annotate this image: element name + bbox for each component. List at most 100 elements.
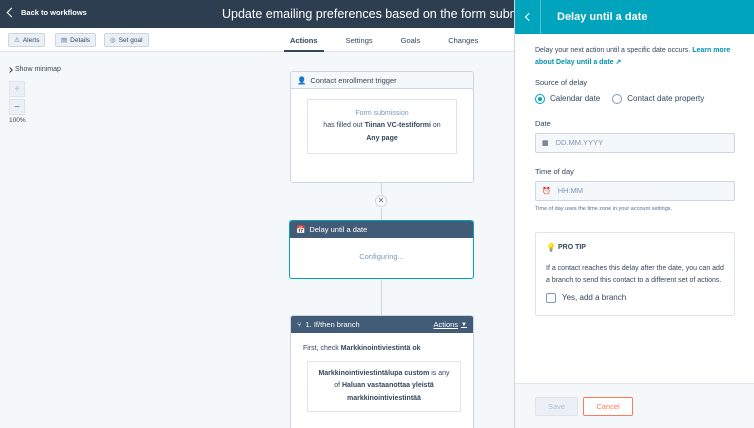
back-label: Back to workflows xyxy=(21,8,87,17)
details-button[interactable]: ▤ Details xyxy=(55,33,97,47)
zoom-in-button[interactable]: + xyxy=(9,81,25,97)
panel-back-button[interactable] xyxy=(515,0,541,34)
description-text: Delay your next action until a specific … xyxy=(535,47,691,54)
branch-card-header: ⑂ 1. If/then branch Actions ▼ xyxy=(291,316,473,333)
zoom-level: 100% xyxy=(9,117,26,124)
trigger-condition: has filled out Tiinan VC-testiformi on xyxy=(314,120,450,132)
delay-action-card[interactable]: 📅 Delay until a date Configuring... xyxy=(289,220,474,279)
delay-card-status: Configuring... xyxy=(359,252,404,261)
add-action-icon[interactable]: ✕ xyxy=(375,195,387,207)
radio-calendar-label: Calendar date xyxy=(550,94,601,104)
branch-icon: ⑂ xyxy=(297,320,302,329)
add-branch-label: Yes, add a branch xyxy=(562,293,627,303)
pro-tip-box: 💡 PRO TIP If a contact reaches this dela… xyxy=(535,231,735,316)
chevron-right-icon xyxy=(7,66,13,73)
caret-down-icon: ▼ xyxy=(461,321,467,328)
trigger-form-name: Tiinan VC-testiformi xyxy=(364,122,431,130)
calendar-icon: 📅 xyxy=(296,225,306,234)
branch-check-prefix: First, check xyxy=(303,345,339,352)
trigger-condition-suffix: on xyxy=(432,122,441,130)
branch-value-1: Haluan vastaanottaa yleistä xyxy=(341,382,434,390)
enrollment-trigger-card[interactable]: 👤 Contact enrollment trigger Form submis… xyxy=(290,71,474,183)
pro-tip-text: If a contact reaches this delay after th… xyxy=(546,264,724,285)
connector-line xyxy=(381,182,382,194)
branch-title-group: ⑂ 1. If/then branch xyxy=(297,320,360,329)
date-placeholder: DD.MM.YYYY xyxy=(555,138,604,148)
radio-contact-date-property[interactable]: Contact date property xyxy=(612,93,705,104)
warning-icon: ⚠ xyxy=(14,37,20,44)
branch-actions-dropdown[interactable]: Actions ▼ xyxy=(433,320,467,329)
save-button[interactable]: Save xyxy=(535,397,578,416)
radio-calendar-date[interactable]: Calendar date xyxy=(535,93,601,104)
branch-property: Markkinointiviestintälupa custom xyxy=(318,370,430,377)
workflow-header: Back to workflows Update emailing prefer… xyxy=(0,0,552,28)
date-input[interactable]: ▦ DD.MM.YYYY xyxy=(535,132,735,153)
external-link-icon: ↗ xyxy=(615,58,622,66)
tab-goals[interactable]: Goals xyxy=(387,28,435,52)
branch-check-name: Markkinointiviestintä ok xyxy=(340,345,421,352)
branch-criteria-line1: Markkinointiviestintälupa custom is any xyxy=(314,368,454,380)
zoom-out-button[interactable]: − xyxy=(9,99,25,115)
panel-body: Delay your next action until a specific … xyxy=(535,45,735,316)
if-then-branch-card[interactable]: ⑂ 1. If/then branch Actions ▼ First, che… xyxy=(290,315,474,428)
panel-header: Delay until a date xyxy=(515,0,754,34)
trigger-page: Any page xyxy=(366,134,398,142)
calendar-icon: ▦ xyxy=(542,139,549,147)
time-helper-text: Time of day uses the time zone in your a… xyxy=(535,205,673,212)
panel-title: Delay until a date xyxy=(557,11,648,23)
workflow-toolbar: ⚠ Alerts ▤ Details ◎ Set goal Actions Se… xyxy=(0,28,514,52)
date-label: Date xyxy=(535,118,551,128)
set-goal-button[interactable]: ◎ Set goal xyxy=(104,33,149,47)
panel-footer: Save Cancel xyxy=(515,383,754,428)
branch-card-title: 1. If/then branch xyxy=(305,320,360,329)
source-of-delay-options: Calendar date Contact date property xyxy=(535,93,735,104)
trigger-condition-prefix: has filled out xyxy=(323,122,363,130)
alerts-button[interactable]: ⚠ Alerts xyxy=(8,33,46,47)
tab-changes[interactable]: Changes xyxy=(434,28,492,52)
tab-settings[interactable]: Settings xyxy=(332,28,387,52)
trigger-card-title: Contact enrollment trigger xyxy=(310,75,397,85)
branch-criteria[interactable]: Markkinointiviestintälupa custom is any … xyxy=(307,361,461,412)
source-of-delay-label: Source of delay xyxy=(535,77,588,87)
details-label: Details xyxy=(70,36,91,44)
workflow-canvas[interactable]: Show minimap + − 100% ✕ 👤 Contact enroll… xyxy=(0,53,514,428)
time-input[interactable]: ⏰ HH:MM xyxy=(535,180,735,201)
radio-property-label: Contact date property xyxy=(627,94,705,104)
person-icon: 👤 xyxy=(297,75,307,85)
tab-actions[interactable]: Actions xyxy=(276,28,332,52)
back-to-workflows-link[interactable]: Back to workflows xyxy=(6,7,87,18)
time-of-day-label: Time of day xyxy=(535,166,574,176)
trigger-criteria[interactable]: Form submission has filled out Tiinan VC… xyxy=(307,99,457,154)
target-icon: ◎ xyxy=(110,37,116,44)
radio-unselected-icon xyxy=(612,93,623,104)
trigger-card-header: 👤 Contact enrollment trigger xyxy=(291,72,473,89)
cancel-button[interactable]: Cancel xyxy=(583,397,633,416)
chevron-left-icon xyxy=(6,7,17,18)
time-placeholder: HH:MM xyxy=(557,186,584,196)
branch-operator: is any xyxy=(431,370,450,377)
connector-line xyxy=(381,278,382,316)
lightbulb-icon: 💡 xyxy=(546,242,556,252)
set-goal-label: Set goal xyxy=(118,36,143,44)
add-branch-checkbox[interactable]: Yes, add a branch xyxy=(546,292,724,303)
branch-value-2: markkinointiviestintää xyxy=(347,394,421,402)
pro-tip-title: PRO TIP xyxy=(557,243,586,251)
chevron-left-icon xyxy=(524,12,533,22)
trigger-type: Form submission xyxy=(355,110,409,117)
clock-icon: ⏰ xyxy=(542,187,551,195)
checkbox-icon xyxy=(546,292,556,303)
delay-settings-panel: Delay until a date Delay your next actio… xyxy=(514,0,754,428)
radio-selected-icon xyxy=(535,93,545,104)
zoom-controls: + − xyxy=(9,81,25,117)
panel-description: Delay your next action until a specific … xyxy=(535,45,735,69)
workflow-title[interactable]: Update emailing preferences based on the… xyxy=(222,7,552,21)
branch-criteria-line2: of Haluan vastaanottaa yleistä xyxy=(314,380,454,392)
workflow-tabs: Actions Settings Goals Changes xyxy=(276,28,492,52)
document-icon: ▤ xyxy=(61,37,68,44)
branch-first-check: First, check Markkinointiviestintä ok xyxy=(303,345,473,352)
branch-of: of xyxy=(334,382,341,390)
show-minimap-toggle[interactable]: Show minimap xyxy=(7,66,61,73)
delay-card-title: Delay until a date xyxy=(309,225,368,234)
minimap-label: Show minimap xyxy=(15,66,61,73)
alerts-label: Alerts xyxy=(22,36,40,44)
